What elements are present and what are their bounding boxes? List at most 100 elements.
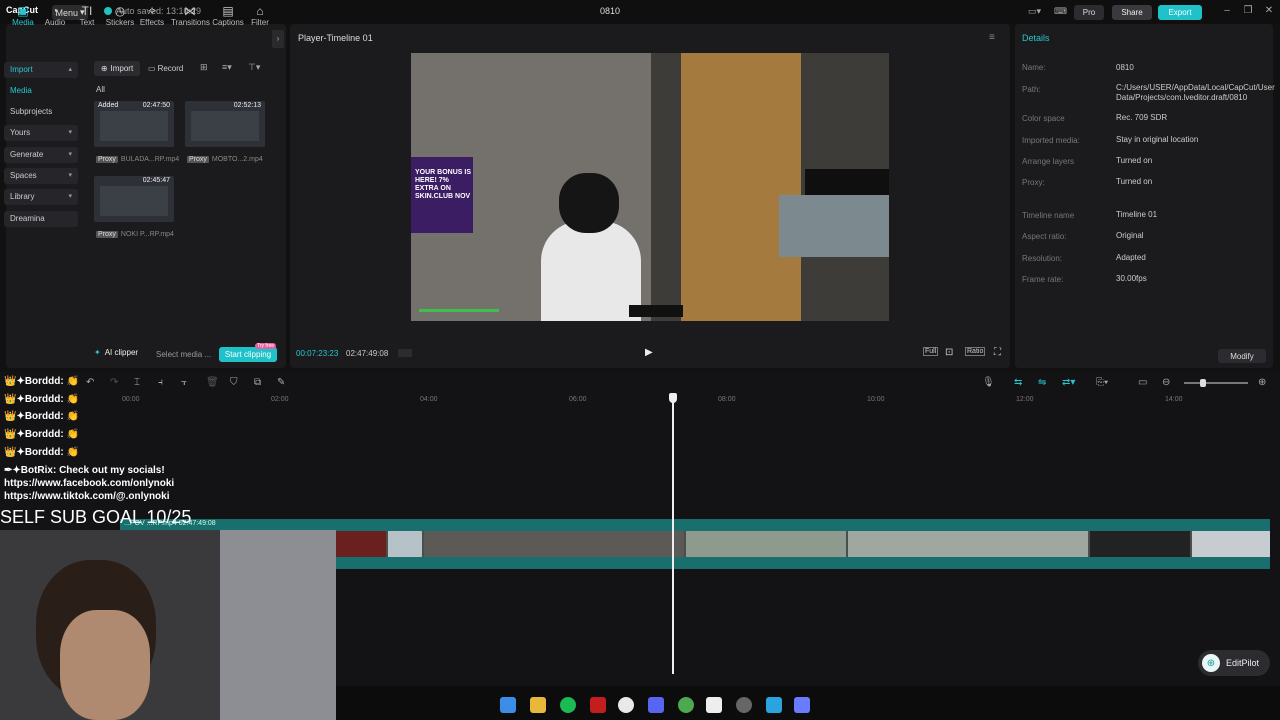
audio-waveform[interactable] (336, 557, 1270, 569)
split-right-icon[interactable]: ⫟ (181, 377, 187, 388)
sub-goal-text: SELF SUB GOAL 10/25 (0, 507, 192, 527)
tab-stickers[interactable]: ◷ Stickers (103, 4, 137, 27)
zoom-out-icon[interactable]: ⊖ (1162, 377, 1170, 388)
tab-label: Stickers (105, 18, 135, 27)
full-quality-button[interactable]: Full (923, 347, 939, 356)
undo-icon[interactable]: ↶ (86, 377, 94, 388)
zoom-slider-handle[interactable] (1200, 379, 1206, 387)
windows-start-icon[interactable] (500, 697, 516, 713)
edit-pen-icon[interactable]: ✎ (277, 377, 285, 388)
zoom-slider[interactable] (1184, 382, 1248, 384)
sidebar-item-library[interactable]: Library ▾ (4, 189, 78, 205)
video-preview[interactable]: YOUR BONUS IS HERE! 7% EXTRA ON SKIN.CLU… (411, 53, 889, 321)
filter-all-label: All (96, 85, 105, 94)
minimize-icon[interactable]: – (1220, 5, 1234, 19)
crop-icon[interactable]: ⧉ (254, 377, 261, 388)
streamer-webcam-overlay (779, 195, 889, 257)
sidebar-item-generate[interactable]: Generate ▾ (4, 147, 78, 163)
tab-text[interactable]: TI Text (70, 4, 104, 27)
sort-icon[interactable]: ≡▾ (222, 62, 232, 73)
link-icon[interactable]: ⇆ (1014, 377, 1022, 388)
sidebar-item-media[interactable]: Media (4, 83, 78, 99)
hud-box (629, 305, 683, 317)
export-button[interactable]: Export (1158, 5, 1202, 20)
filter-icon[interactable]: ⊤▾ (248, 62, 260, 73)
chevron-down-icon: ▾ (68, 151, 72, 158)
play-button[interactable]: ▶ (645, 347, 653, 358)
marker-icon[interactable]: ⛉ (230, 377, 238, 388)
import-button[interactable]: ⊕ Import (94, 61, 140, 76)
tab-media[interactable]: ▣ Media (6, 4, 40, 27)
media-thumbnail[interactable]: 02:52:13 (185, 101, 265, 147)
sidebar-item-spaces[interactable]: Spaces ▾ (4, 168, 78, 184)
delete-icon[interactable]: 🗑 (206, 377, 219, 388)
tab-filter[interactable]: ⌂ Filter (246, 4, 274, 27)
ai-clipper[interactable]: ✦ AI clipper (94, 348, 138, 357)
ratio-button[interactable]: Ratio (965, 347, 986, 356)
browser-icon[interactable] (678, 697, 694, 713)
tab-captions[interactable]: ▤ Captions (211, 4, 245, 27)
split-left-icon[interactable]: ⫞ (158, 377, 163, 388)
sidebar-item-subprojects[interactable]: Subprojects (4, 104, 78, 120)
detail-value: Turned on (1116, 156, 1153, 165)
microphone-icon[interactable]: 🎙 (982, 377, 995, 388)
preview-axis-icon[interactable]: ⎘▾ (1096, 377, 1108, 388)
media-thumbnail[interactable]: 02:45:47 (94, 176, 174, 222)
tab-effects[interactable]: ✧ Effects (135, 4, 169, 27)
tab-transitions[interactable]: ⋈ Transitions (171, 4, 210, 27)
ai-clipper-label: AI clipper (104, 348, 139, 357)
project-title: 0810 (600, 6, 621, 16)
zoom-in-icon[interactable]: ⊕ (1258, 377, 1266, 388)
start-clipping-button[interactable]: Start clipping (219, 347, 277, 362)
chrome-icon[interactable] (618, 697, 634, 713)
media-name: Proxy NOKI P...RP.mp4 (96, 231, 174, 238)
fullscreen-icon[interactable]: ⛶ (994, 347, 1001, 358)
share-button[interactable]: Share (1112, 5, 1152, 20)
sidebar-item-label: Library (10, 192, 35, 201)
video-door-panel (681, 53, 801, 321)
split-icon[interactable]: ⌶ (134, 377, 140, 388)
layout-icon[interactable]: ▭▾ (1028, 6, 1041, 17)
timeline-grid-icon[interactable] (398, 349, 412, 357)
magnet-icon[interactable]: ⇋ (1038, 377, 1046, 388)
snap-icon[interactable]: ⇄▾ (1062, 377, 1075, 388)
app-icon[interactable] (736, 697, 752, 713)
playhead[interactable] (672, 394, 674, 674)
file-explorer-icon[interactable] (530, 697, 546, 713)
tab-label: Captions (212, 18, 244, 27)
player-menu-icon[interactable]: ≡ (989, 32, 995, 43)
transitions-icon: ⋈ (184, 4, 196, 18)
app-icon[interactable] (590, 697, 606, 713)
grid-view-icon[interactable]: ⊞ (200, 62, 208, 73)
snapshot-icon[interactable]: ⊡ (945, 347, 953, 358)
sidebar-item-import[interactable]: Import ▴ (4, 62, 78, 78)
text-icon: TI (81, 4, 93, 18)
media-thumbnail[interactable]: Added 02:47:50 (94, 101, 174, 147)
plus-icon: ⊕ (100, 64, 108, 73)
timeline-ruler[interactable]: 00:00 02:00 04:00 06:00 08:00 10:00 12:0… (120, 394, 1280, 408)
spotify-icon[interactable] (560, 697, 576, 713)
chat-message: 👑✦Borddd: 👏 (4, 394, 79, 405)
redo-icon[interactable]: ↷ (110, 377, 118, 388)
discord-icon[interactable] (648, 697, 664, 713)
video-clip[interactable] (336, 531, 1270, 557)
shortcuts-icon[interactable]: ⌨ (1054, 6, 1067, 17)
pro-button[interactable]: Pro (1074, 5, 1104, 20)
app-icon[interactable] (766, 697, 782, 713)
editpilot-button[interactable]: ⊕ EditPilot (1198, 650, 1270, 676)
select-media-dropdown[interactable]: Select media ... (156, 350, 211, 359)
close-icon[interactable]: ✕ (1262, 5, 1276, 19)
maximize-icon[interactable]: ❐ (1241, 5, 1255, 19)
tab-label: Media (12, 18, 34, 27)
chevron-right-icon[interactable]: › (272, 30, 284, 48)
chat-message: https://www.facebook.com/onlynoki (4, 478, 175, 489)
app-icon[interactable] (794, 697, 810, 713)
sidebar-item-dreamina[interactable]: Dreamina (4, 211, 78, 227)
modify-button[interactable]: Modify (1218, 349, 1266, 363)
tab-audio[interactable]: ◔ Audio (38, 4, 72, 27)
sidebar-item-yours[interactable]: Yours ▾ (4, 125, 78, 141)
chat-message: ✒✦BotRix: Check out my socials! (4, 465, 165, 476)
caption-icon[interactable]: ▭ (1138, 377, 1147, 388)
capcut-icon[interactable] (706, 697, 722, 713)
record-button[interactable]: ▭ Record (148, 61, 188, 76)
